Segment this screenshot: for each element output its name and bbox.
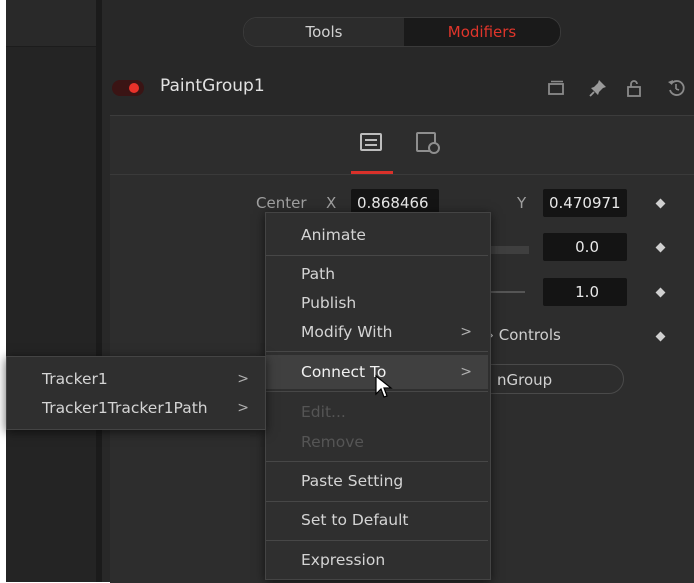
submenu-item-tracker1[interactable]: Tracker1 > xyxy=(7,365,263,393)
pin-icon[interactable] xyxy=(588,78,608,98)
modifier-icon[interactable] xyxy=(416,132,440,154)
y-label: Y xyxy=(517,194,527,212)
value-field-3[interactable]: 1.0 xyxy=(543,278,627,306)
controls-partial-label: › Controls xyxy=(488,326,561,344)
menu-item-edit: Edit... xyxy=(301,403,346,421)
submenu-item-label: Tracker1Tracker1Path xyxy=(42,399,208,417)
menu-item-path[interactable]: Path xyxy=(266,261,488,287)
slider-track[interactable] xyxy=(489,291,525,293)
lock-icon[interactable] xyxy=(624,78,644,98)
window-icon[interactable] xyxy=(546,78,566,98)
menu-item-expression[interactable]: Expression xyxy=(266,547,488,573)
controls-icon[interactable] xyxy=(360,133,382,151)
menu-item-remove: Remove xyxy=(301,433,364,451)
group-button[interactable]: nGroup xyxy=(470,364,624,394)
mouse-cursor-icon xyxy=(375,374,393,398)
menu-item-modify-with[interactable]: Modify With > xyxy=(266,319,488,345)
left-panel xyxy=(6,0,96,582)
tool-header: PaintGroup1 xyxy=(102,72,694,104)
connect-to-submenu: Tracker1 > Tracker1Tracker1Path > xyxy=(6,356,266,430)
menu-separator xyxy=(266,351,488,352)
center-y-field[interactable]: 0.470971 xyxy=(543,189,627,217)
chevron-right-icon: > xyxy=(237,371,249,387)
submenu-item-tracker1-path[interactable]: Tracker1Tracker1Path > xyxy=(7,394,263,422)
menu-item-paste-setting[interactable]: Paste Setting xyxy=(266,468,488,494)
menu-item-publish[interactable]: Publish xyxy=(266,290,488,316)
tools-modifiers-tabs: Tools Modifiers xyxy=(243,17,561,47)
group-button-label: nGroup xyxy=(497,371,553,389)
chevron-right-icon: > xyxy=(460,324,472,340)
value-field-2[interactable]: 0.0 xyxy=(543,233,627,261)
menu-separator xyxy=(266,461,488,462)
menu-item-set-to-default[interactable]: Set to Default xyxy=(266,507,488,533)
menu-item-animate[interactable]: Animate xyxy=(266,222,488,248)
tab-modifiers[interactable]: Modifiers xyxy=(404,18,560,46)
slider-track[interactable] xyxy=(489,246,529,254)
menu-item-label: Modify With xyxy=(301,323,393,341)
tab-tools[interactable]: Tools xyxy=(244,18,404,46)
chevron-right-icon: > xyxy=(237,400,249,416)
menu-separator xyxy=(266,540,488,541)
controls-label: Controls xyxy=(498,326,561,344)
center-label: Center xyxy=(256,194,307,212)
reset-icon[interactable] xyxy=(666,78,686,98)
toggle-dot xyxy=(129,83,139,93)
x-label: X xyxy=(326,194,337,212)
inspector-subtabs xyxy=(110,116,694,175)
active-subtab-indicator xyxy=(351,171,393,174)
chevron-right-icon: > xyxy=(460,364,472,380)
submenu-item-label: Tracker1 xyxy=(42,370,108,388)
menu-separator xyxy=(266,255,488,256)
menu-separator xyxy=(266,501,488,502)
left-panel-header xyxy=(6,0,96,47)
tool-name: PaintGroup1 xyxy=(160,76,265,96)
tool-enable-toggle[interactable] xyxy=(112,80,144,96)
